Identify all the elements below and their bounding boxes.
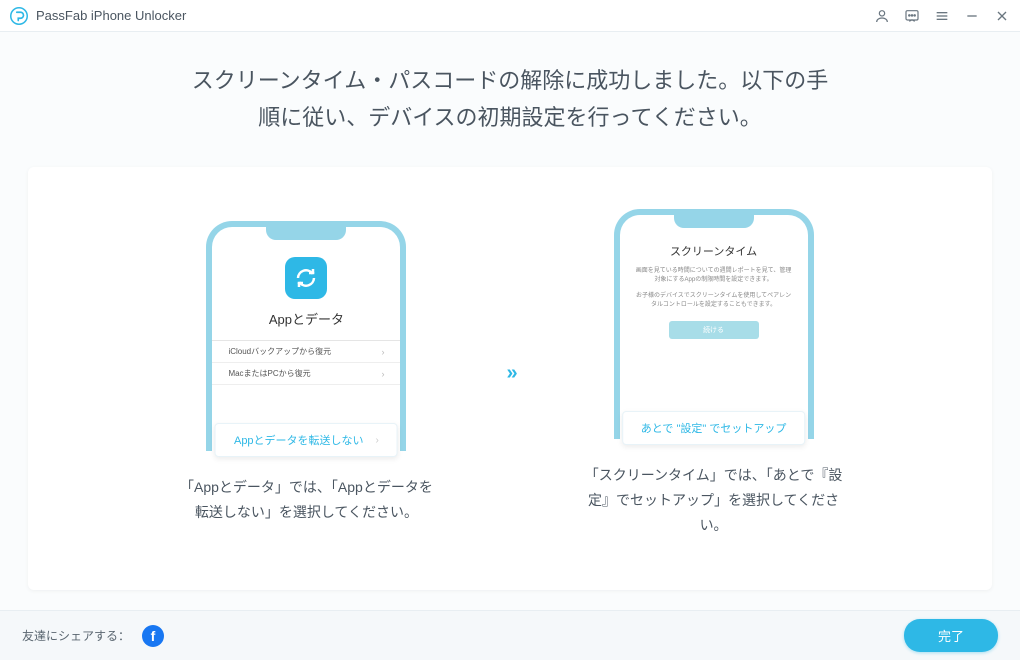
facebook-share-icon[interactable]: f <box>142 625 164 647</box>
app-window: PassFab iPhone Unlocker スクリーンタイム・パスコードの解… <box>0 0 1020 660</box>
refresh-icon <box>285 257 327 299</box>
titlebar: PassFab iPhone Unlocker <box>0 0 1020 32</box>
step-1: Appとデータ iCloudバックアップから復元› MacまたはPCから復元› … <box>166 221 446 525</box>
step1-description: 「Appとデータ」では、「Appとデータを転送しない」を選択してください。 <box>176 475 436 525</box>
header-line-2: 順に従い、デバイスの初期設定を行ってください。 <box>258 105 762 130</box>
step2-phone-continue: 続ける <box>669 321 759 339</box>
page-header: スクリーンタイム・パスコードの解除に成功しました。以下の手 順に従い、デバイスの… <box>0 32 1020 157</box>
step1-highlight-option: Appとデータを転送しない› <box>215 423 398 457</box>
header-line-1: スクリーンタイム・パスコードの解除に成功しました。以下の手 <box>192 68 828 93</box>
account-icon[interactable] <box>874 8 890 24</box>
app-logo-icon <box>10 7 28 25</box>
step2-description: 「スクリーンタイム」では、「あとで『設定』でセットアップ」を選択してください。 <box>584 463 844 539</box>
close-icon[interactable] <box>994 8 1010 24</box>
step2-phone-title: スクリーンタイム <box>634 243 794 259</box>
menu-icon[interactable] <box>934 8 950 24</box>
step2-highlight-option: あとで "設定" でセットアップ <box>622 411 806 445</box>
footer: 友達にシェアする： f 完了 <box>0 610 1020 660</box>
step1-phone-mock: Appとデータ iCloudバックアップから復元› MacまたはPCから復元› … <box>206 221 406 451</box>
minimize-icon[interactable] <box>964 8 980 24</box>
arrow-separator: » <box>506 362 513 385</box>
share-label: 友達にシェアする： <box>22 627 130 644</box>
step1-row-mac-pc: MacまたはPCから復元› <box>212 363 400 385</box>
done-button[interactable]: 完了 <box>904 619 998 652</box>
step2-phone-mock: スクリーンタイム 画面を見ている時間についての週間レポートを見て、管理対象にする… <box>614 209 814 439</box>
app-title: PassFab iPhone Unlocker <box>36 8 874 23</box>
feedback-icon[interactable] <box>904 8 920 24</box>
step2-phone-desc2: お子様のデバイスでスクリーンタイムを使用してペアレンタルコントロールを設定するこ… <box>634 292 794 311</box>
step1-row-icloud: iCloudバックアップから復元› <box>212 341 400 363</box>
step-2: スクリーンタイム 画面を見ている時間についての週間レポートを見て、管理対象にする… <box>574 209 854 539</box>
step1-phone-title: Appとデータ <box>269 309 344 328</box>
main-panel: Appとデータ iCloudバックアップから復元› MacまたはPCから復元› … <box>28 167 992 590</box>
step2-phone-desc1: 画面を見ている時間についての週間レポートを見て、管理対象にするAppの制限時間を… <box>634 267 794 286</box>
